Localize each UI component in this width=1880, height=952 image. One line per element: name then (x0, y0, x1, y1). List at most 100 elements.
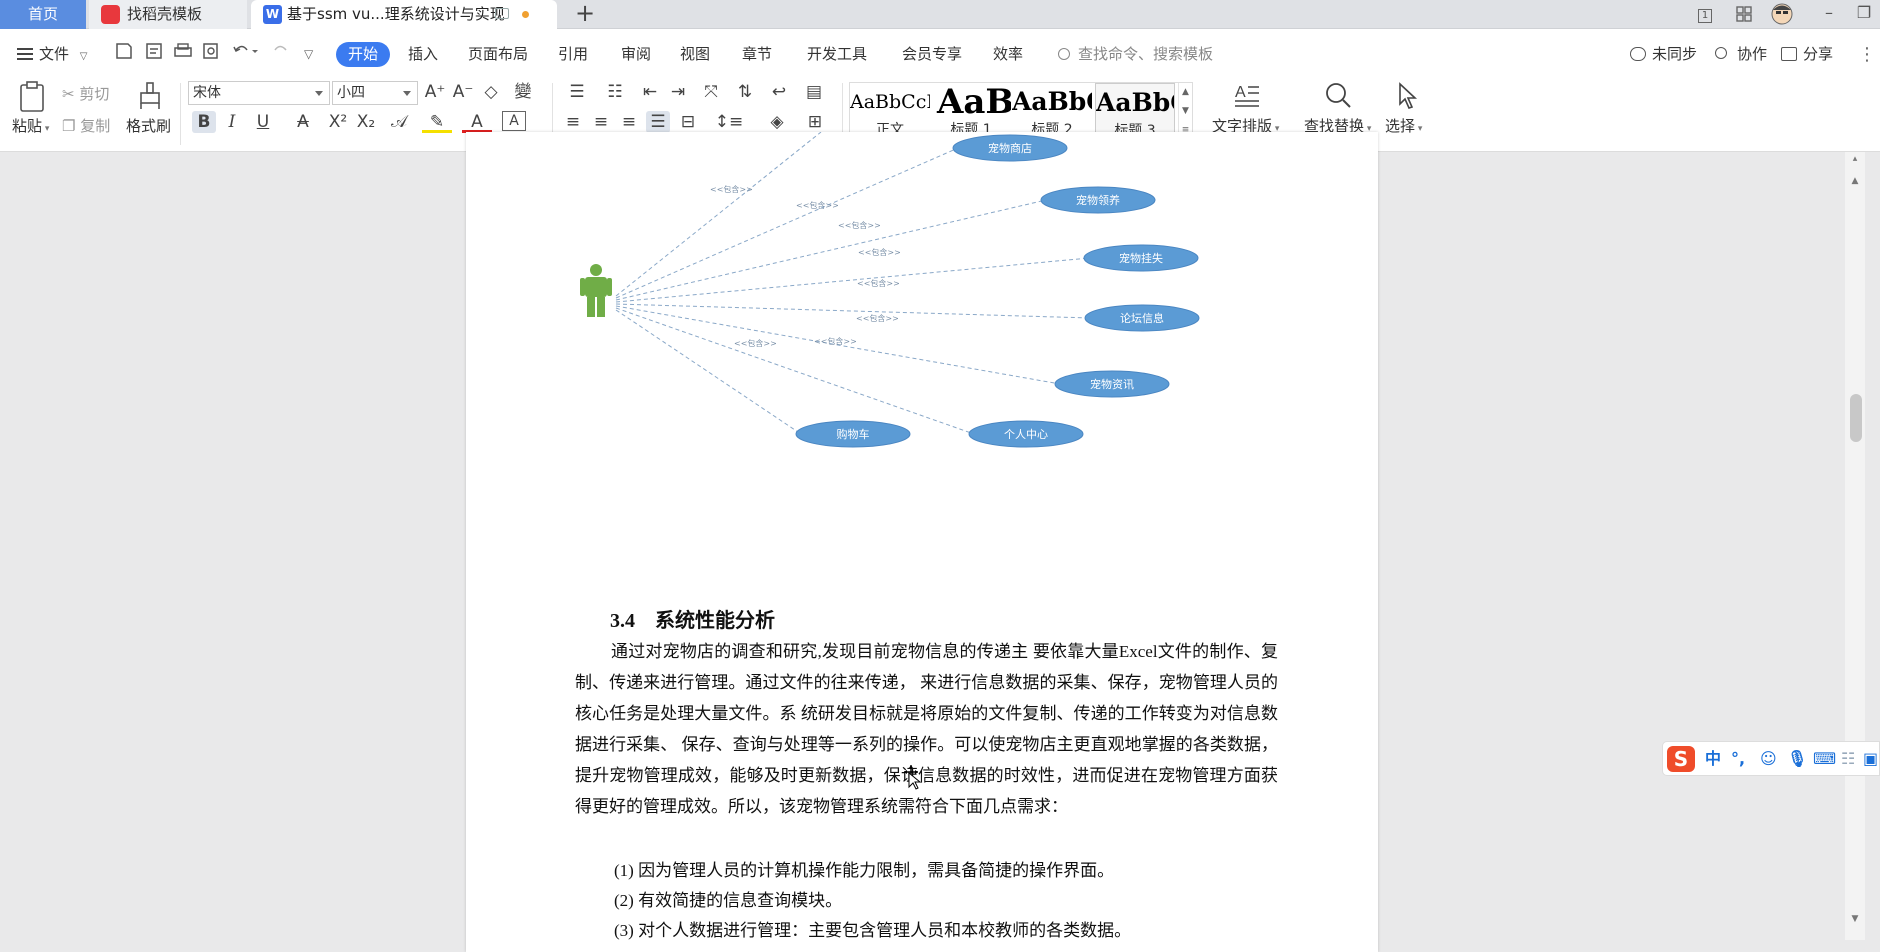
user-avatar[interactable] (1766, 0, 1798, 29)
print-icon[interactable] (173, 42, 193, 67)
sync-status[interactable]: 未同步 (1630, 42, 1697, 67)
align-left-icon[interactable]: ≡ (562, 111, 584, 133)
keyboard-icon[interactable]: ⌨ (1813, 746, 1836, 772)
scrollbar-thumb[interactable] (1850, 394, 1862, 442)
copy-button[interactable]: ❐ 复制 (62, 117, 110, 135)
select-button[interactable]: 选择 ▾ (1385, 117, 1422, 138)
highlight-icon[interactable]: ✎ (422, 111, 452, 133)
scroll-top-icon[interactable]: ▴ (1849, 154, 1861, 164)
ime-language[interactable]: 中 (1705, 746, 1721, 772)
paste-button[interactable]: 粘贴 ▾ (12, 117, 49, 138)
underline-icon[interactable]: U (248, 111, 278, 133)
more-options-icon[interactable]: ⋮ (1858, 42, 1876, 67)
quick-access-more-icon[interactable]: ▽ (304, 42, 313, 67)
copy-icon: ❐ (62, 117, 81, 135)
phonetic-guide-icon[interactable]: 變 (508, 81, 538, 103)
page-view-button[interactable]: 1 (1688, 0, 1722, 29)
file-menu[interactable]: 文件 ▽ (17, 42, 88, 67)
ruler-icon[interactable]: ▤ (802, 81, 826, 103)
tab-document[interactable]: W 基于ssm vu...理系统设计与实现 (251, 0, 557, 29)
diagram-edges: <<包含>> <<包含>> <<包含>> <<包含>> <<包含>> <<包含>> <<包含… (615, 132, 1091, 435)
tab-member[interactable]: 会员专享 (902, 42, 962, 67)
microphone-icon[interactable]: 🎙 (1787, 746, 1807, 772)
use-case-node: 宠物商店 (952, 134, 1068, 162)
ime-punctuation[interactable]: °, (1731, 746, 1745, 772)
chinese-layout-icon[interactable]: ⤧ (696, 81, 726, 103)
tab-efficiency[interactable]: 效率 (993, 42, 1023, 67)
text-layout-icon[interactable]: A (1232, 81, 1262, 111)
restore-button[interactable]: ❐ (1848, 0, 1880, 29)
line-spacing-icon[interactable]: ↕≡ (712, 111, 746, 133)
new-tab-button[interactable]: + (572, 0, 598, 29)
format-painter-button[interactable]: 格式刷 (126, 117, 171, 135)
tab-review[interactable]: 审阅 (621, 42, 651, 67)
minimize-button[interactable]: – (1813, 0, 1845, 29)
share-label: 分享 (1803, 45, 1834, 63)
font-name-select[interactable]: 宋体 (188, 81, 330, 105)
select-cursor-icon[interactable] (1392, 81, 1422, 111)
clear-format-icon[interactable]: ◇ (480, 81, 502, 103)
shrink-font-icon[interactable]: A⁻ (452, 81, 474, 103)
tab-insert[interactable]: 插入 (408, 42, 438, 67)
find-icon[interactable] (1322, 81, 1354, 111)
svg-text:A: A (1235, 84, 1246, 101)
bold-icon[interactable]: B (192, 111, 216, 133)
use-case-label: 个人中心 (1004, 428, 1048, 441)
redo-icon[interactable] (272, 42, 290, 67)
border-icon[interactable]: ⊞ (800, 111, 830, 133)
tab-chapter[interactable]: 章节 (742, 42, 772, 67)
line-break-icon[interactable]: ↩ (764, 81, 794, 103)
align-right-icon[interactable]: ≡ (618, 111, 640, 133)
sogou-logo-icon[interactable]: S (1667, 746, 1695, 772)
scroll-up-icon[interactable]: ▲ (1849, 176, 1861, 186)
sort-icon[interactable]: ⇅ (734, 81, 756, 103)
toolbox-icon[interactable]: ▣ (1863, 746, 1878, 772)
writer-logo-icon: W (263, 5, 282, 24)
superscript-icon[interactable]: X² (326, 111, 350, 133)
paste-icon[interactable] (16, 81, 48, 113)
font-size-select[interactable]: 小四 (332, 81, 418, 105)
numbered-list-icon[interactable]: ☷ (600, 81, 630, 103)
font-color-icon[interactable]: A (462, 111, 492, 133)
decrease-indent-icon[interactable]: ⇤ (638, 81, 662, 103)
grid-icon[interactable] (1728, 0, 1760, 29)
tab-home[interactable]: 首页 (0, 0, 86, 29)
tab-page-layout[interactable]: 页面布局 (468, 42, 528, 67)
strikethrough-icon[interactable]: A (288, 111, 318, 133)
scroll-down-icon[interactable]: ▼ (1849, 914, 1861, 924)
skin-icon[interactable]: ☷ (1841, 746, 1855, 772)
subscript-icon[interactable]: X₂ (354, 111, 378, 133)
align-center-icon[interactable]: ≡ (590, 111, 612, 133)
file-menu-label: 文件 (39, 45, 70, 63)
shading-icon[interactable]: ◈ (762, 111, 792, 133)
save-icon[interactable] (115, 42, 133, 67)
share-button[interactable]: 分享 (1781, 42, 1833, 67)
grow-font-icon[interactable]: A⁺ (424, 81, 446, 103)
print-preview-icon[interactable] (202, 42, 220, 67)
format-painter-icon[interactable] (134, 81, 166, 113)
monitor-icon (495, 8, 509, 19)
cut-button[interactable]: ✂ 剪切 (62, 85, 109, 103)
use-case-node: 宠物资讯 (1054, 370, 1170, 398)
tab-start[interactable]: 开始 (336, 42, 391, 67)
tab-template[interactable]: 找稻壳模板 (89, 0, 247, 29)
command-search-input[interactable]: 查找命令、搜索模板 (1056, 42, 1213, 67)
tab-view[interactable]: 视图 (680, 42, 710, 67)
export-pdf-icon[interactable] (145, 42, 163, 67)
justify-icon[interactable]: ☰ (646, 111, 670, 133)
tab-references[interactable]: 引用 (558, 42, 588, 67)
italic-icon[interactable]: I (222, 111, 242, 133)
distribute-icon[interactable]: ⊟ (676, 111, 700, 133)
undo-icon[interactable] (232, 42, 258, 67)
collab-button[interactable]: 协作 (1715, 42, 1767, 67)
vertical-scrollbar[interactable]: ▴ ▲ ▼ (1845, 152, 1865, 940)
docer-logo-icon (101, 5, 120, 24)
tab-developer[interactable]: 开发工具 (807, 42, 867, 67)
char-border-icon[interactable]: A (502, 111, 526, 131)
emoji-icon[interactable]: ☺ (1760, 746, 1777, 772)
section-paragraph[interactable]: 通过对宠物店的调查和研究,发现目前宠物信息的传递主 要依靠大量Excel文件的制… (575, 636, 1278, 822)
bullet-list-icon[interactable]: ☰ (562, 81, 592, 103)
increase-indent-icon[interactable]: ⇥ (666, 81, 690, 103)
use-case-node: 个人中心 (968, 420, 1084, 448)
text-effect-icon[interactable]: 𝒜 (384, 111, 414, 133)
